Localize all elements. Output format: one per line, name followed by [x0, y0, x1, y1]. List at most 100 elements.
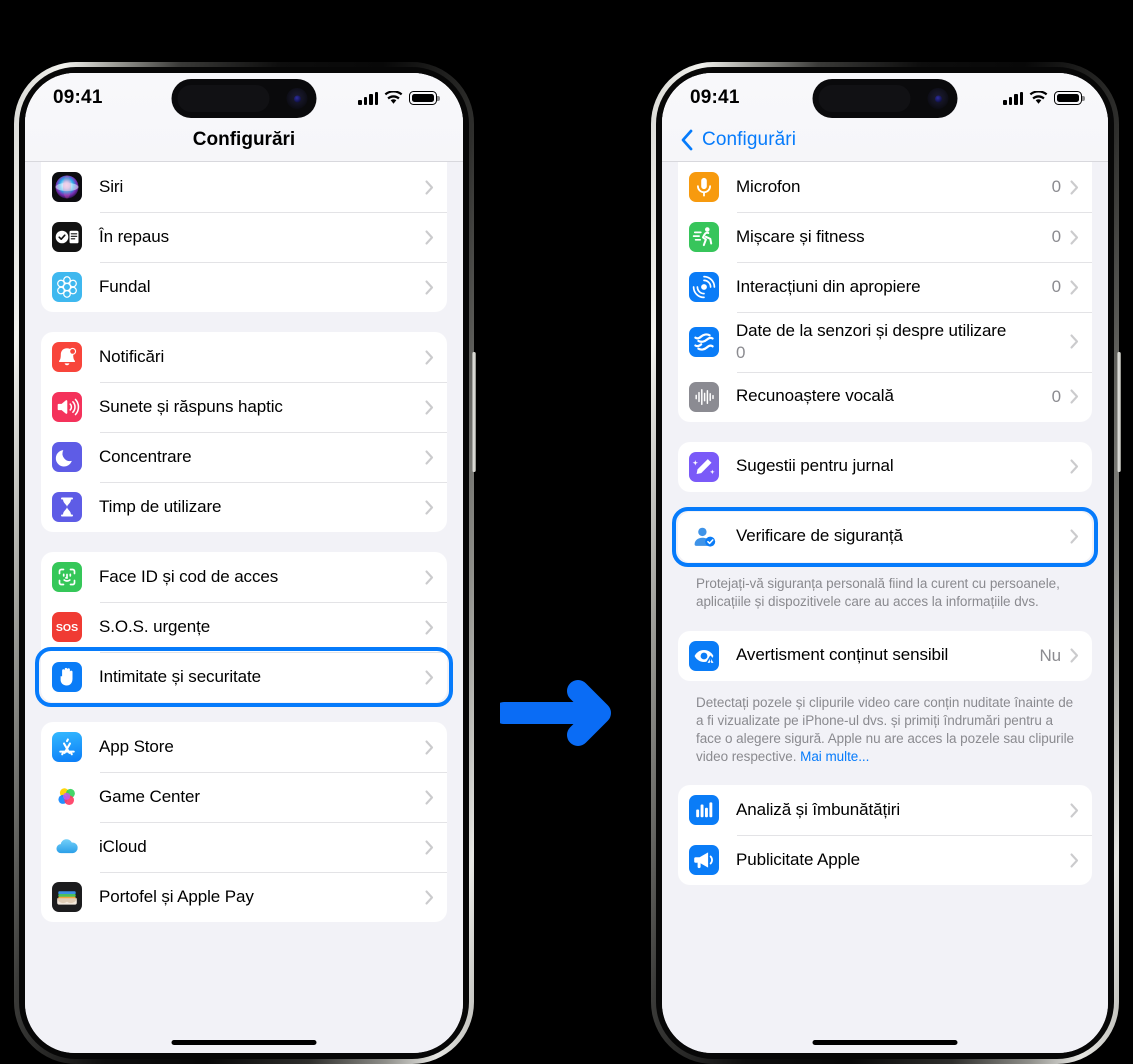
settings-list-left[interactable]: Siri În repaus Fundal Notificări Sunete …: [25, 162, 463, 1053]
front-camera-icon: [927, 88, 949, 109]
settings-row[interactable]: Microfon 0: [678, 162, 1092, 212]
settings-row[interactable]: Verificare de siguranță: [678, 512, 1092, 562]
chevron-right-icon: [425, 619, 434, 635]
settings-group: Notificări Sunete și răspuns haptic Conc…: [41, 332, 447, 532]
status-time: 09:41: [53, 87, 103, 108]
chevron-right-icon: [1070, 334, 1079, 349]
settings-row-label: Sugestii pentru jurnal: [736, 456, 894, 476]
settings-group: Siri În repaus Fundal: [41, 162, 447, 312]
screenshot-stage: 09:41 Configurări Siri În repaus Fundal …: [0, 0, 1133, 1064]
front-camera-icon: [286, 88, 308, 109]
chevron-right-icon: [1070, 279, 1079, 295]
settings-row[interactable]: SOS S.O.S. urgențe: [41, 602, 447, 652]
settings-row[interactable]: Timp de utilizare: [41, 482, 447, 532]
settings-row[interactable]: Avertisment conținut sensibil Nu: [678, 631, 1092, 681]
settings-group: Analiză și îmbunătățiri Publicitate Appl…: [678, 785, 1092, 886]
settings-row-label: Avertisment conținut sensibil: [736, 645, 949, 665]
settings-row[interactable]: Sugestii pentru jurnal: [678, 442, 1092, 492]
siri-icon: [52, 172, 82, 202]
settings-row-label: Publicitate Apple: [736, 850, 860, 870]
chevron-right-icon: [1070, 389, 1079, 404]
notifications-icon: [52, 342, 82, 372]
power-button-right-phone[interactable]: [1117, 352, 1121, 472]
settings-row-label: Mișcare și fitness: [736, 226, 865, 246]
chevron-left-icon: [680, 129, 693, 151]
voice-recognition-icon: [689, 381, 719, 412]
settings-row[interactable]: Interacțiuni din apropiere 0: [678, 262, 1092, 312]
settings-row-label: În repaus: [99, 226, 169, 246]
settings-row-label: S.O.S. urgențe: [99, 616, 211, 636]
settings-group-footnote: Protejați-vă siguranța personală fiind l…: [696, 575, 1060, 609]
analytics-icon: [689, 795, 719, 826]
settings-row[interactable]: Portofel și Apple Pay: [41, 872, 447, 922]
settings-row[interactable]: Publicitate Apple: [678, 835, 1092, 885]
settings-row[interactable]: Analiză și îmbunătățiri: [678, 785, 1092, 835]
settings-row-label: Game Center: [99, 786, 200, 806]
settings-row[interactable]: Date de la senzori și despre utilizare 0: [678, 312, 1092, 372]
settings-row[interactable]: Game Center: [41, 772, 447, 822]
chevron-right-icon: [425, 179, 434, 195]
icloud-icon: [52, 832, 82, 862]
chevron-right-icon: [425, 889, 434, 905]
settings-row[interactable]: Face ID și cod de acces: [41, 552, 447, 602]
settings-row-label: Date de la senzori și despre utilizare: [736, 321, 1007, 340]
microphone-icon: [689, 172, 719, 202]
settings-row-label: Analiză și îmbunătățiri: [736, 800, 900, 820]
sounds-haptics-icon: [52, 392, 82, 422]
settings-row-value: Nu: [1039, 645, 1061, 665]
settings-row[interactable]: Notificări: [41, 332, 447, 382]
page-title: Configurări: [192, 129, 296, 150]
chevron-right-icon: [1070, 803, 1079, 818]
settings-group: Microfon 0 Mișcare și fitness 0 Interacț…: [678, 162, 1092, 422]
apple-advertising-icon: [689, 845, 719, 876]
settings-row[interactable]: În repaus: [41, 212, 447, 262]
face-id-icon: [52, 562, 82, 592]
signal-bars-icon: [1003, 91, 1023, 105]
settings-list-right[interactable]: Microfon 0 Mișcare și fitness 0 Interacț…: [662, 162, 1108, 1053]
settings-row-label: Timp de utilizare: [99, 496, 222, 516]
settings-row[interactable]: Concentrare: [41, 432, 447, 482]
chevron-right-icon: [425, 789, 434, 805]
settings-row[interactable]: Fundal: [41, 262, 447, 312]
chevron-right-icon: [1070, 179, 1079, 195]
sensitive-content-icon: [689, 640, 719, 671]
home-indicator[interactable]: [812, 1039, 958, 1045]
wifi-icon: [1029, 91, 1048, 105]
settings-group: Sugestii pentru jurnal: [678, 441, 1092, 492]
chevron-right-icon: [425, 229, 434, 245]
svg-text:SOS: SOS: [56, 622, 78, 634]
settings-row-label: Interacțiuni din apropiere: [736, 276, 921, 296]
power-button-left-phone[interactable]: [472, 352, 476, 472]
nav-back-button[interactable]: Configurări: [662, 119, 1108, 161]
home-indicator[interactable]: [171, 1039, 317, 1045]
settings-group: App Store Game Center iCloud Portofel și…: [41, 722, 447, 922]
screen-right: 09:41 Configurări Microfon 0 Mișcare și …: [662, 73, 1108, 1053]
settings-row[interactable]: Recunoaștere vocală 0: [678, 371, 1092, 422]
chevron-right-icon: [425, 739, 434, 755]
settings-row[interactable]: App Store: [41, 722, 447, 772]
screen-time-icon: [52, 492, 82, 522]
settings-row-label: Verificare de siguranță: [736, 526, 903, 546]
dynamic-island-pill: [818, 85, 911, 112]
chevron-right-icon: [1070, 853, 1079, 868]
settings-row-value: 0: [736, 342, 746, 362]
safety-check-icon: [689, 521, 719, 552]
settings-row[interactable]: Sunete și răspuns haptic: [41, 382, 447, 432]
settings-row-value: 0: [1051, 227, 1061, 246]
focus-icon: [52, 442, 82, 472]
settings-row[interactable]: Intimitate și securitate: [41, 652, 447, 702]
privacy-hand-icon: [52, 662, 82, 692]
nav-area-right: 09:41 Configurări: [662, 73, 1108, 162]
settings-row[interactable]: Siri: [41, 162, 447, 212]
settings-row-label: iCloud: [99, 836, 147, 856]
settings-row-label: Fundal: [99, 276, 151, 296]
iphone-left: 09:41 Configurări Siri În repaus Fundal …: [14, 62, 476, 1064]
settings-row-label: App Store: [99, 736, 174, 756]
wallpaper-icon: [52, 272, 82, 302]
settings-row[interactable]: Mișcare și fitness 0: [678, 212, 1092, 262]
right-arrow-icon: [500, 672, 628, 754]
learn-more-link[interactable]: Mai multe...: [800, 749, 869, 764]
settings-row[interactable]: iCloud: [41, 822, 447, 872]
chevron-right-icon: [425, 569, 434, 585]
settings-group-footnote: Detectați pozele și clipurile video care…: [696, 694, 1074, 764]
